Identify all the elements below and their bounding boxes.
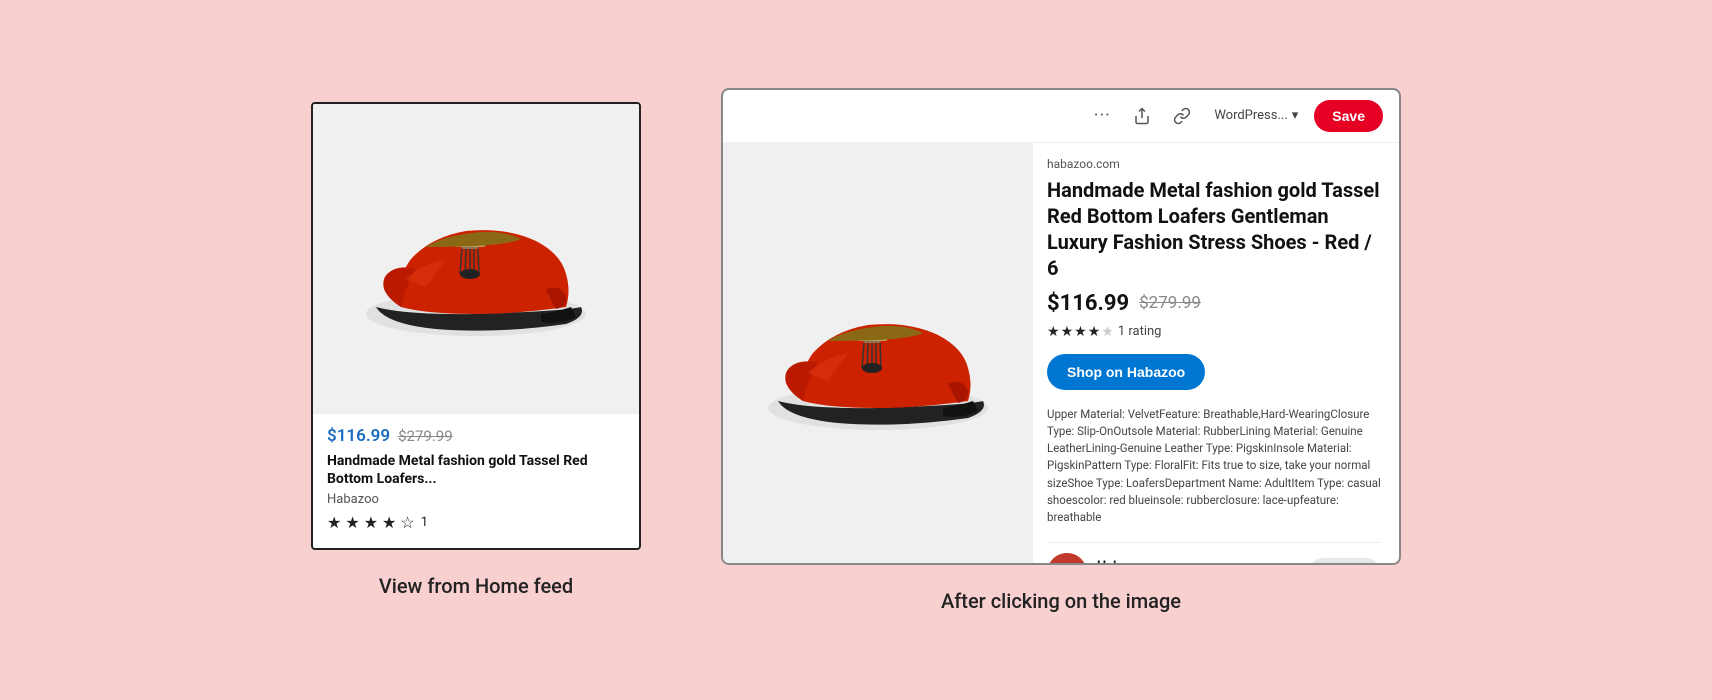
seller-row: H Habazoo ✓ 1.1k followers Follow (1047, 542, 1381, 562)
detail-title: Handmade Metal fashion gold Tassel Red B… (1047, 177, 1381, 281)
seller-avatar: H (1047, 553, 1087, 562)
dots-icon: ··· (1094, 105, 1111, 126)
feed-card[interactable]: $116.99 $279.99 Handmade Metal fashion g… (311, 102, 641, 550)
brand-name: Habazoo (327, 492, 625, 507)
detail-original-price: $279.99 (1139, 293, 1201, 313)
detail-description: Upper Material: VelvetFeature: Breathabl… (1047, 406, 1381, 527)
save-button[interactable]: Save (1314, 100, 1383, 132)
star-3: ★ (364, 513, 378, 532)
shop-button[interactable]: Shop on Habazoo (1047, 354, 1205, 390)
site-link[interactable]: habazoo.com (1047, 157, 1381, 171)
detail-image-area (723, 143, 1033, 563)
more-options-button[interactable]: ··· (1086, 100, 1118, 132)
star-5-half: ☆ (400, 513, 414, 532)
detail-star-5: ★ (1101, 324, 1114, 340)
detail-content: habazoo.com Handmade Metal fashion gold … (723, 143, 1399, 563)
detail-info: habazoo.com Handmade Metal fashion gold … (1033, 143, 1399, 563)
sale-price: $116.99 (327, 426, 390, 446)
left-section-label: View from Home feed (379, 574, 573, 598)
link-button[interactable] (1166, 100, 1198, 132)
star-1: ★ (327, 513, 341, 532)
seller-name: Habazoo (1097, 559, 1149, 562)
shoe-image (346, 159, 606, 359)
seller-name-row: Habazoo ✓ (1097, 559, 1298, 562)
verified-icon: ✓ (1153, 560, 1163, 563)
share-icon (1133, 107, 1151, 125)
right-section: ··· WordPress... ▾ Save (721, 88, 1401, 613)
stars-row: ★ ★ ★ ★ ☆ 1 (327, 513, 625, 532)
left-section: $116.99 $279.99 Handmade Metal fashion g… (311, 102, 641, 598)
detail-stars: ★ ★ ★ ★ ★ (1047, 324, 1114, 340)
detail-sale-price: $116.99 (1047, 291, 1129, 316)
product-title: Handmade Metal fashion gold Tassel Red B… (327, 452, 625, 488)
link-icon (1173, 107, 1191, 125)
feed-card-image (313, 104, 639, 414)
detail-panel: ··· WordPress... ▾ Save (721, 88, 1401, 565)
detail-shoe-image (743, 253, 1013, 453)
detail-prices: $116.99 $279.99 (1047, 291, 1381, 316)
price-row: $116.99 $279.99 (327, 426, 625, 446)
feed-card-body: $116.99 $279.99 Handmade Metal fashion g… (313, 414, 639, 548)
right-section-label: After clicking on the image (941, 589, 1181, 613)
detail-star-2: ★ (1061, 324, 1074, 340)
detail-star-3: ★ (1074, 324, 1087, 340)
detail-star-4: ★ (1088, 324, 1101, 340)
detail-top-bar: ··· WordPress... ▾ Save (723, 90, 1399, 143)
chevron-down-icon: ▾ (1292, 108, 1299, 123)
star-2: ★ (345, 513, 359, 532)
detail-star-1: ★ (1047, 324, 1060, 340)
wordpress-label: WordPress... (1214, 108, 1287, 123)
rating-count: 1 (421, 515, 428, 530)
detail-rating: ★ ★ ★ ★ ★ 1 rating (1047, 324, 1381, 340)
wordpress-dropdown[interactable]: WordPress... ▾ (1206, 104, 1306, 127)
follow-button[interactable]: Follow (1308, 558, 1381, 563)
star-4: ★ (382, 513, 396, 532)
share-button[interactable] (1126, 100, 1158, 132)
avatar-image: H (1047, 553, 1087, 562)
original-price: $279.99 (398, 427, 453, 445)
seller-info: Habazoo ✓ 1.1k followers (1097, 559, 1298, 562)
detail-rating-count: 1 rating (1118, 324, 1162, 339)
